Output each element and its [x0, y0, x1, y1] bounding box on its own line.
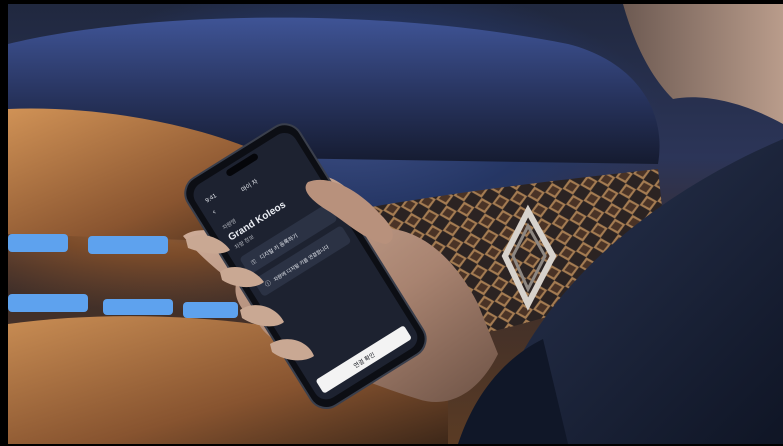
image-frame: 9:41 마이 차 ‹ 차량명 Grand Koleos 차량 정보 ⚿ 디지털…	[0, 0, 783, 446]
light-bar	[88, 236, 168, 254]
light-bar	[183, 302, 238, 318]
light-bar	[8, 234, 68, 252]
light-bar	[8, 294, 88, 312]
light-bar	[103, 299, 173, 315]
car-photo: 9:41 마이 차 ‹ 차량명 Grand Koleos 차량 정보 ⚿ 디지털…	[8, 4, 783, 444]
scene-illustration: 9:41 마이 차 ‹ 차량명 Grand Koleos 차량 정보 ⚿ 디지털…	[8, 4, 783, 444]
